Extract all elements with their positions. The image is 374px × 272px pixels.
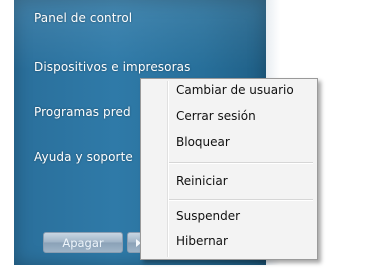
- menu-item-restart[interactable]: Reiniciar: [176, 174, 228, 188]
- shutdown-button[interactable]: Apagar: [43, 232, 123, 253]
- start-item-control-panel[interactable]: Panel de control: [34, 11, 132, 25]
- menu-item-sleep[interactable]: Suspender: [176, 209, 240, 223]
- menu-separator: [169, 162, 313, 164]
- menu-item-lock[interactable]: Bloquear: [176, 135, 230, 149]
- menu-item-switch-user[interactable]: Cambiar de usuario: [176, 83, 294, 97]
- menu-separator: [169, 199, 313, 201]
- start-item-devices-printers[interactable]: Dispositivos e impresoras: [34, 60, 190, 74]
- menu-item-log-off[interactable]: Cerrar sesión: [176, 109, 256, 123]
- start-item-help-support[interactable]: Ayuda y soporte: [34, 150, 133, 164]
- start-item-default-programs[interactable]: Programas pred: [34, 105, 131, 119]
- shutdown-options-menu: Cambiar de usuario Cerrar sesión Bloquea…: [140, 78, 318, 260]
- menu-item-hibernate[interactable]: Hibernar: [176, 234, 228, 248]
